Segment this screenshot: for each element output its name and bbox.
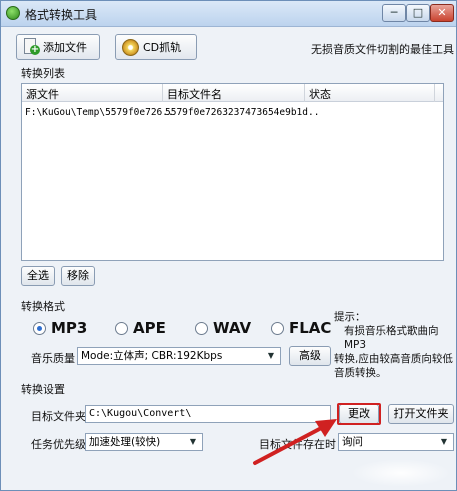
add-file-icon: +: [23, 38, 40, 56]
app-icon: [6, 6, 20, 20]
radio-wav-label: WAV: [213, 319, 252, 337]
minimize-button[interactable]: ─: [382, 4, 406, 22]
radio-flac[interactable]: FLAC: [271, 319, 331, 337]
row-target: 5579f0e7263237473654e9b1d..: [165, 107, 320, 118]
add-file-label: 添加文件: [43, 41, 87, 54]
priority-value: 加速处理(较快): [89, 436, 161, 448]
advanced-button[interactable]: 高级: [289, 346, 331, 366]
radio-ape-label: APE: [133, 319, 166, 337]
slogan-text: 无损音质文件切割的最佳工具: [311, 43, 454, 56]
select-all-button[interactable]: 全选: [21, 266, 55, 286]
format-hint: 提示： 有损音乐格式歌曲向MP3 转换,应由较高音质向较低 音质转换。: [334, 310, 456, 380]
radio-indicator: [271, 321, 284, 335]
priority-select[interactable]: 加速处理(较快) ▼: [85, 433, 203, 451]
close-button[interactable]: ✕: [430, 4, 454, 22]
radio-indicator: [195, 321, 208, 335]
quality-label: 音乐质量: [31, 352, 75, 365]
chevron-down-icon: ▼: [189, 437, 197, 446]
quality-select[interactable]: Mode:立体声; CBR:192Kbps ▼: [77, 347, 281, 365]
annotation-highlight-box: [337, 403, 381, 425]
column-header-target[interactable]: 目标文件名: [167, 86, 222, 102]
cd-icon: [122, 38, 139, 56]
watermark-blur: [351, 459, 451, 487]
add-file-button[interactable]: + 添加文件: [16, 34, 100, 60]
column-header-status[interactable]: 状态: [309, 86, 331, 102]
window-title: 格式转换工具: [25, 8, 98, 22]
radio-mp3-label: MP3: [51, 319, 88, 337]
file-exists-label: 目标文件存在时: [259, 438, 336, 451]
chevron-down-icon: ▼: [440, 437, 448, 446]
hint-line: 音质转换。: [334, 367, 387, 379]
list-header: 源文件 目标文件名 状态: [22, 84, 443, 102]
row-source: F:\KuGou\Temp\5579f0e726..: [25, 107, 174, 118]
radio-mp3[interactable]: MP3: [33, 319, 87, 337]
open-folder-button[interactable]: 打开文件夹: [388, 404, 454, 424]
column-divider: [304, 84, 305, 102]
convert-list-table[interactable]: 源文件 目标文件名 状态 F:\KuGou\Temp\5579f0e726.. …: [21, 83, 444, 261]
cd-rip-label: CD抓轨: [143, 41, 182, 54]
radio-ape[interactable]: APE: [115, 319, 166, 337]
radio-wav[interactable]: WAV: [195, 319, 251, 337]
radio-indicator-selected: [33, 321, 46, 335]
table-row[interactable]: F:\KuGou\Temp\5579f0e726.. 5579f0e726323…: [22, 106, 443, 121]
file-exists-select[interactable]: 询问 ▼: [338, 433, 454, 451]
priority-label: 任务优先级: [31, 438, 86, 451]
settings-group-label: 转换设置: [21, 383, 65, 396]
format-group-label: 转换格式: [21, 300, 65, 313]
target-folder-field[interactable]: C:\Kugou\Convert\: [85, 405, 331, 423]
title-bar[interactable]: 格式转换工具 ─ □ ✕: [1, 1, 456, 27]
hint-line: 转换,应由较高音质向较低: [334, 353, 453, 365]
radio-flac-label: FLAC: [289, 319, 332, 337]
radio-indicator: [115, 321, 128, 335]
convert-list-label: 转换列表: [21, 67, 65, 80]
column-divider: [162, 84, 163, 102]
column-divider: [434, 84, 435, 102]
chevron-down-icon: ▼: [267, 351, 275, 360]
target-folder-label: 目标文件夹: [31, 410, 86, 423]
column-header-source[interactable]: 源文件: [26, 86, 59, 102]
file-exists-value: 询问: [342, 436, 363, 448]
quality-value: Mode:立体声; CBR:192Kbps: [81, 350, 223, 362]
hint-line: 有损音乐格式歌曲向MP3: [344, 325, 439, 351]
remove-button[interactable]: 移除: [61, 266, 95, 286]
hint-line: 提示：: [334, 311, 366, 323]
cd-rip-button[interactable]: CD抓轨: [115, 34, 197, 60]
converter-window: 格式转换工具 ─ □ ✕ + 添加文件 CD抓轨 无损音质文件切割的最佳工具 转…: [0, 0, 457, 491]
maximize-button[interactable]: □: [406, 4, 430, 22]
